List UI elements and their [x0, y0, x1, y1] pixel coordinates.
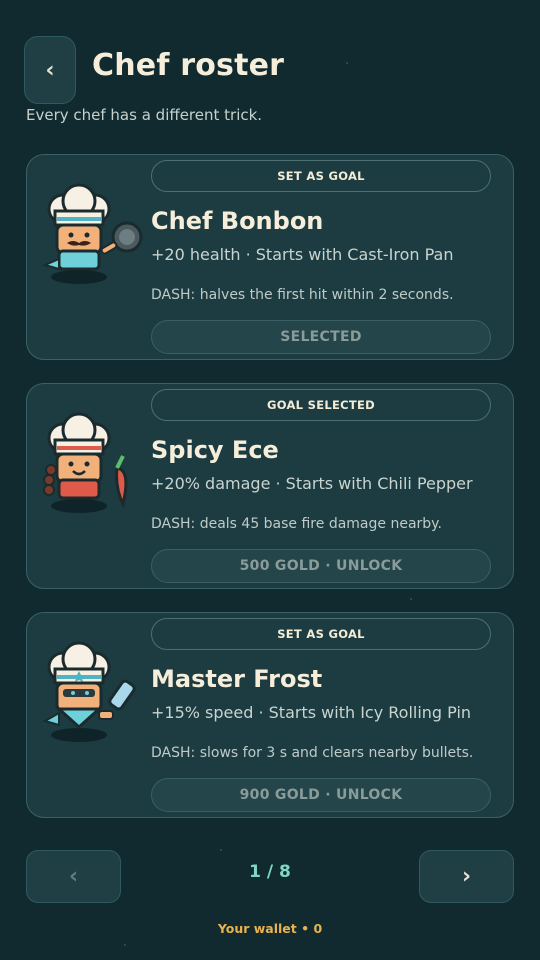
set-goal-button[interactable]: SET AS GOAL	[151, 618, 491, 650]
page-subtitle: Every chef has a different trick.	[26, 106, 263, 124]
chef-stats: +20 health · Starts with Cast-Iron Pan	[151, 245, 454, 264]
chef-name: Master Frost	[151, 665, 323, 693]
master-frost-portrait-icon	[42, 641, 136, 742]
set-goal-button[interactable]: SET AS GOAL	[151, 160, 491, 192]
background-speck	[220, 849, 222, 851]
page-title: Chef roster	[92, 48, 285, 83]
chevron-right-icon: ›	[461, 864, 472, 889]
chevron-left-icon: ‹	[45, 57, 55, 83]
chef-name: Chef Bonbon	[151, 207, 324, 235]
chef-stats: +15% speed · Starts with Icy Rolling Pin	[151, 703, 472, 722]
background-speck	[410, 598, 412, 600]
unlock-button[interactable]: 900 GOLD · UNLOCK	[151, 778, 491, 812]
chef-dash-ability: DASH: halves the first hit within 2 seco…	[151, 287, 454, 303]
background-speck	[346, 62, 348, 64]
spicy-ece-portrait-icon	[43, 412, 128, 513]
goal-selected-button[interactable]: GOAL SELECTED	[151, 389, 491, 421]
next-page-button[interactable]: ›	[419, 850, 514, 903]
background-speck	[124, 944, 126, 946]
unlock-button[interactable]: 500 GOLD · UNLOCK	[151, 549, 491, 583]
back-button[interactable]: ‹	[24, 36, 76, 104]
chef-card-spicy-ece: GOAL SELECTED Spicy Ece +20% damage · St…	[26, 383, 514, 589]
chef-dash-ability: DASH: deals 45 base fire damage nearby.	[151, 516, 442, 532]
chef-dash-ability: DASH: slows for 3 s and clears nearby bu…	[151, 745, 474, 761]
selected-button[interactable]: SELECTED	[151, 320, 491, 354]
chef-stats: +20% damage · Starts with Chili Pepper	[151, 474, 473, 493]
chef-bonbon-portrait-icon	[42, 183, 143, 284]
chef-card-master-frost: SET AS GOAL Master Frost +15% speed · St…	[26, 612, 514, 818]
chef-card-bonbon: SET AS GOAL Chef Bonbon +20 health · Sta…	[26, 154, 514, 360]
wallet-balance: Your wallet • 0	[217, 921, 323, 936]
chef-name: Spicy Ece	[151, 436, 279, 464]
